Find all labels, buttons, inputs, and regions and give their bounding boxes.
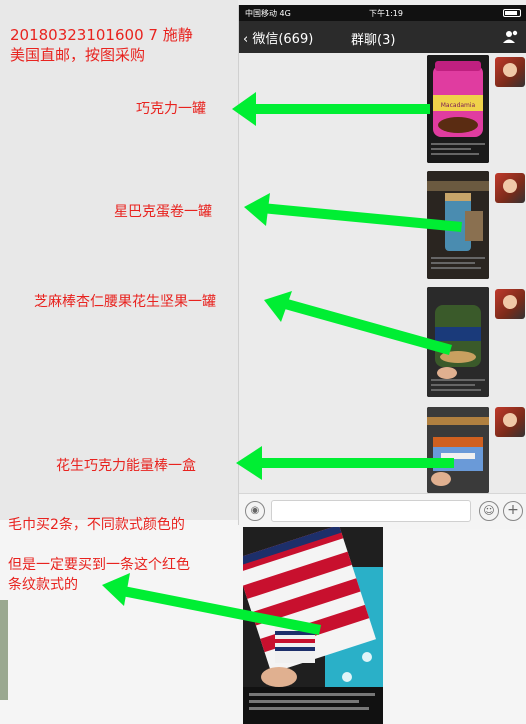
arrow-to-starbucks [244,193,462,232]
arrow-to-nut-mix [264,291,452,355]
arrow-to-energy-bar [236,446,454,480]
arrow-to-chocolate [232,92,430,126]
arrow-to-towel [102,573,321,635]
annotation-arrows [102,92,462,635]
